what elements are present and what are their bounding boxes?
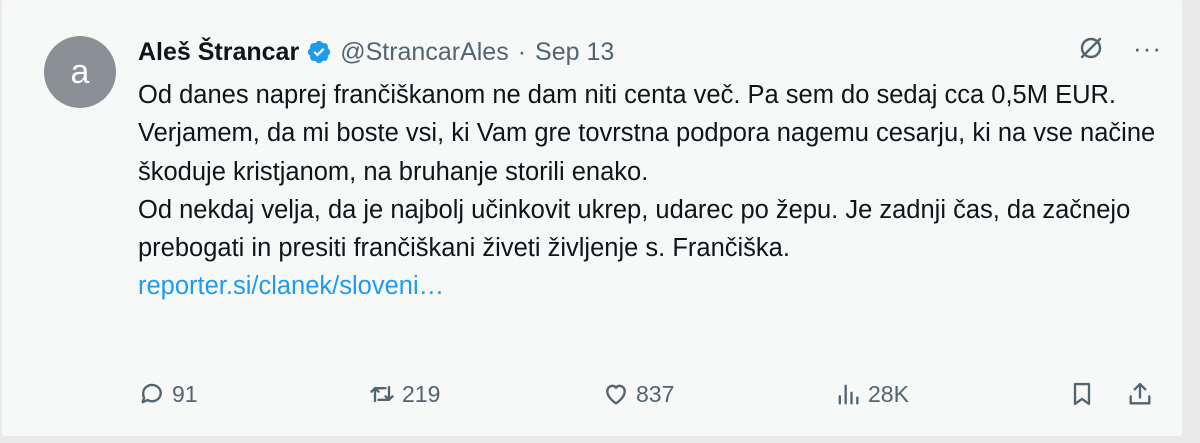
avatar-letter: a xyxy=(70,52,90,91)
tweet-paragraph: Od danes naprej frančiškanom ne dam niti… xyxy=(138,81,1116,109)
tweet-paragraph: Od nekdaj velja, da je najbolj učinkovit… xyxy=(138,195,1131,263)
author-name[interactable]: Aleš Štrancar xyxy=(138,38,299,67)
share-button[interactable] xyxy=(1126,372,1154,416)
views-count: 28K xyxy=(868,380,909,407)
bookmark-button[interactable] xyxy=(1068,372,1096,416)
tweet-actions: 91 219 837 28K xyxy=(138,372,1168,416)
tweet-text: Od danes naprej frančiškanom ne dam niti… xyxy=(138,76,1168,306)
tweet-header: Aleš Štrancar @StrancarAles · Sep 13 xyxy=(138,34,1162,70)
verified-badge-icon xyxy=(308,40,331,64)
tweet-paragraph: Verjamem, da mi boste vsi, ki Vam gre to… xyxy=(138,119,1156,186)
share-icon xyxy=(1129,382,1151,405)
reply-button[interactable]: 91 xyxy=(138,372,198,416)
repost-button[interactable]: 219 xyxy=(368,372,440,416)
more-icon[interactable]: ··· xyxy=(1133,35,1162,61)
repost-icon xyxy=(370,385,394,403)
grok-icon[interactable] xyxy=(1077,34,1105,62)
reply-icon xyxy=(141,383,162,404)
author-handle[interactable]: @StrancarAles xyxy=(340,38,509,67)
repost-count: 219 xyxy=(402,380,441,407)
tweet-link[interactable]: reporter.si/clanek/sloveni… xyxy=(138,272,444,300)
reply-count: 91 xyxy=(172,380,198,407)
tweet-date[interactable]: Sep 13 xyxy=(535,38,614,67)
heart-icon xyxy=(606,384,626,405)
like-button[interactable]: 837 xyxy=(602,372,674,416)
like-count: 837 xyxy=(636,380,675,407)
avatar[interactable]: a xyxy=(44,36,116,108)
bookmark-icon xyxy=(1073,382,1091,406)
header-actions: ··· xyxy=(1077,34,1162,62)
tweet-card[interactable]: a Aleš Štrancar @StrancarAles · Sep 13 ·… xyxy=(2,0,1182,436)
views-icon xyxy=(838,384,859,405)
views-button[interactable]: 28K xyxy=(834,372,909,416)
separator-dot: · xyxy=(517,37,527,66)
